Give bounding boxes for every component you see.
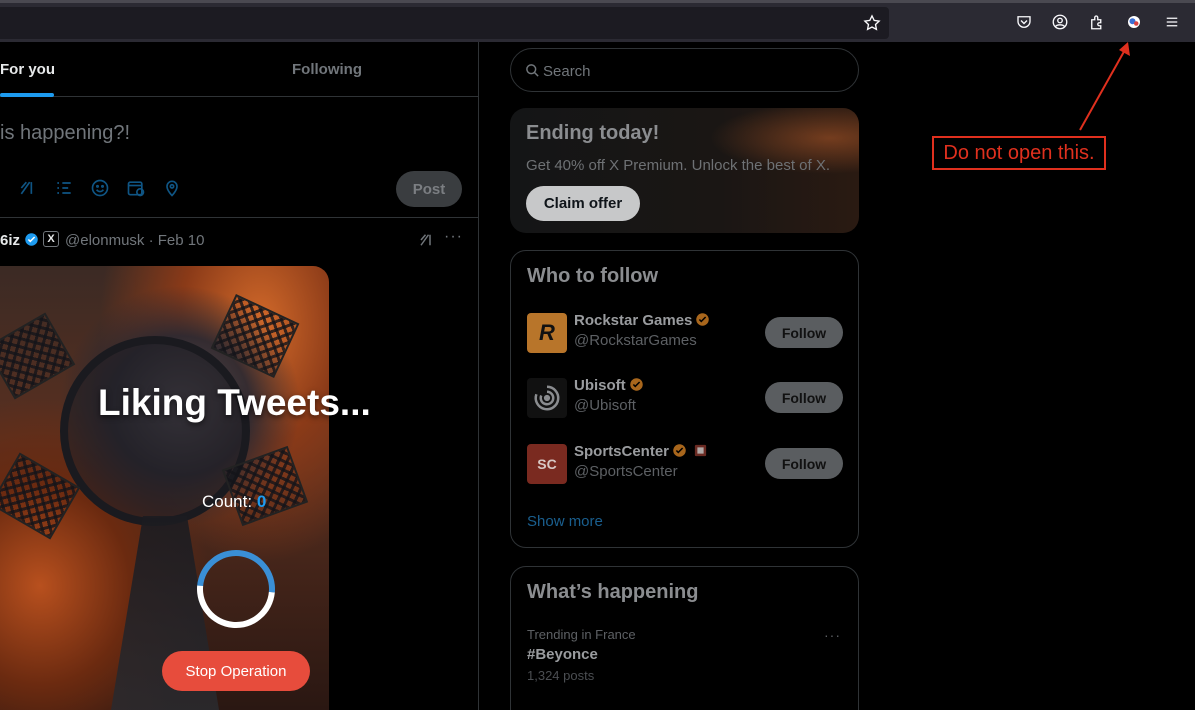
tweet-meta[interactable]: @elonmusk · Feb 10 [65,232,204,249]
ubisoft-logo-icon [534,385,560,411]
avatar[interactable] [527,378,567,418]
show-more-link[interactable]: Show more [527,513,603,530]
account-handle[interactable]: @RockstarGames [574,332,697,349]
account-name-text: Rockstar Games [574,312,693,329]
tweet-image[interactable] [0,266,329,710]
search-placeholder: Search [543,63,591,80]
account-handle[interactable]: @Ubisoft [574,397,636,414]
annotation-text: Do not open this. [943,141,1095,164]
tweet-header: 6iz X @elonmusk · Feb 10 ··· [0,228,478,252]
promo-title: Ending today! [526,122,660,144]
annotation-box: Do not open this. [932,136,1106,170]
annotation-arrow [1079,42,1130,131]
extensions-icon[interactable] [1087,12,1107,32]
count-value: 0 [256,492,267,511]
verified-badge-icon [24,232,39,247]
claim-offer-button[interactable]: Claim offer [526,186,640,221]
whats-happening-title: What’s happening [527,581,699,603]
grok-icon[interactable] [18,178,38,198]
account-name-text: SportsCenter [574,443,670,460]
who-to-follow-card: Who to follow R Rockstar Games @Rockstar… [510,250,859,548]
menu-icon[interactable] [1162,12,1182,32]
verified-badge-icon [673,444,686,457]
affiliate-badge-icon [694,444,707,457]
windmill-blade [0,312,76,400]
more-icon[interactable]: ··· [444,228,463,246]
grok-icon[interactable] [418,231,436,249]
tab-following[interactable]: Following [292,61,362,78]
follow-button[interactable]: Follow [765,317,843,348]
verified-badge-icon [696,313,710,326]
pocket-icon[interactable] [1014,12,1034,32]
avatar[interactable]: R [527,313,567,353]
follow-suggestion[interactable]: Ubisoft @Ubisoft Follow [527,376,844,420]
trend-name[interactable]: #Beyonce [527,646,598,663]
trend-count: 1,324 posts [527,668,595,683]
timeline-tabs: For you Following [0,42,478,97]
emoji-icon[interactable] [90,178,110,198]
premium-promo-card: Ending today! Get 40% off X Premium. Unl… [510,108,859,233]
follow-suggestion[interactable]: R Rockstar Games @RockstarGames Follow [527,311,844,355]
x-affiliate-icon: X [43,231,59,247]
account-name[interactable]: Rockstar Games [574,312,710,329]
follow-suggestion[interactable]: SC SportsCenter @SportsCenter Follow [527,442,844,486]
follow-button[interactable]: Follow [765,448,843,479]
account-name[interactable]: Ubisoft [574,377,644,394]
search-input[interactable]: Search [510,48,859,92]
active-tab-indicator [0,93,54,97]
overlay-count: Count: 0 [202,492,266,512]
account-name[interactable]: SportsCenter [574,443,708,460]
location-icon[interactable] [162,178,182,198]
poll-icon[interactable] [54,178,74,198]
whats-happening-card: What’s happening Trending in France #Bey… [510,566,859,710]
stop-operation-button[interactable]: Stop Operation [162,651,310,691]
post-button[interactable]: Post [396,171,462,207]
schedule-icon[interactable] [126,178,146,198]
tab-for-you[interactable]: For you [0,61,55,78]
extension-badge-icon[interactable] [1124,12,1144,32]
overlay-title: Liking Tweets... [98,382,371,423]
account-handle[interactable]: @SportsCenter [574,463,678,480]
compose-input[interactable]: is happening?! [0,122,130,145]
composer: is happening?! Post [0,98,478,218]
verified-badge-icon [629,378,643,391]
url-bar[interactable] [0,7,889,39]
star-icon[interactable] [863,14,881,32]
follow-button[interactable]: Follow [765,382,843,413]
trend-context: Trending in France [527,627,636,642]
who-to-follow-title: Who to follow [527,265,659,287]
count-label: Count: [202,492,257,511]
browser-toolbar [0,0,1195,42]
search-icon [526,64,539,77]
account-name-text: Ubisoft [574,377,626,394]
account-icon[interactable] [1050,12,1070,32]
avatar[interactable]: SC [527,444,567,484]
promo-subtitle: Get 40% off X Premium. Unlock the best o… [526,157,831,174]
more-icon[interactable]: ··· [824,627,841,643]
tweet-author-name[interactable]: 6iz [0,232,20,249]
